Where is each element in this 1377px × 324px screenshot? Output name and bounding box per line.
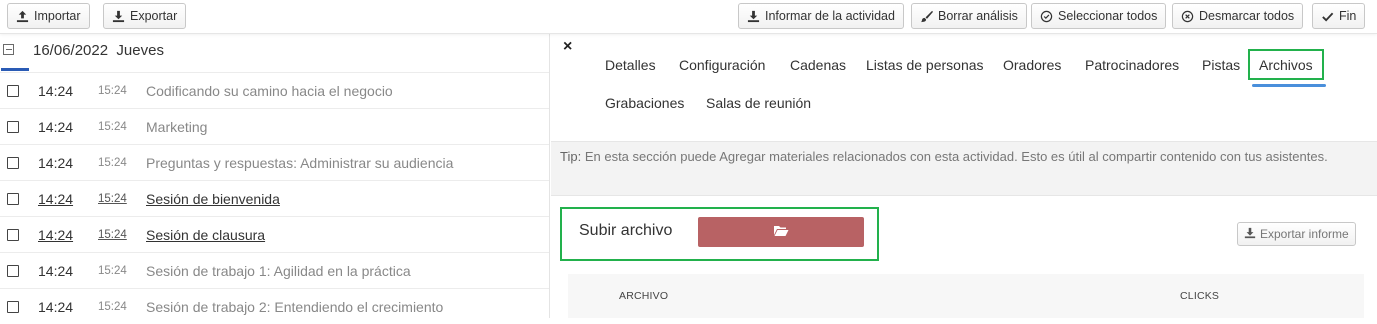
event-start-time: 14:24 — [38, 299, 74, 315]
tab-archivos[interactable]: Archivos — [1248, 49, 1324, 80]
day-weekday: Jueves — [116, 42, 164, 59]
event-title[interactable]: Sesión de clausura — [146, 227, 265, 243]
event-checkbox[interactable] — [7, 229, 19, 241]
event-title: Preguntas y respuestas: Administrar su a… — [146, 155, 454, 171]
column-clicks: CLICKS — [1180, 290, 1220, 302]
check-circle-icon — [1040, 10, 1053, 23]
deselect-all-label: Desmarcar todos — [1199, 9, 1295, 23]
brush-icon — [920, 10, 933, 23]
close-icon[interactable]: × — [563, 38, 572, 56]
import-button[interactable]: Importar — [7, 3, 90, 29]
day-date: 16/06/2022 — [33, 42, 109, 59]
tab-cadenas[interactable]: Cadenas — [790, 57, 846, 73]
upload-section: Subir archivo — [560, 207, 879, 261]
upload-label: Subir archivo — [579, 222, 673, 239]
select-all-button[interactable]: Seleccionar todos — [1031, 3, 1167, 29]
event-start-time: 14:24 — [38, 155, 74, 171]
finish-button[interactable]: Fin — [1312, 3, 1366, 29]
event-start-time: 14:24 — [38, 119, 74, 135]
event-checkbox[interactable] — [7, 157, 19, 169]
download-icon — [747, 10, 760, 23]
tab-oradores[interactable]: Oradores — [1003, 57, 1061, 73]
event-title: Sesión de trabajo 1: Agilidad en la prác… — [146, 263, 411, 279]
event-start-time: 14:24 — [38, 83, 74, 99]
tab-pistas[interactable]: Pistas — [1202, 57, 1240, 73]
event-checkbox[interactable] — [7, 121, 19, 133]
day-label: 16/06/2022 Jueves — [33, 42, 164, 59]
day-header: 16/06/2022 Jueves — [0, 34, 549, 71]
files-table-header: ARCHIVO CLICKS — [568, 274, 1364, 318]
event-checkbox[interactable] — [7, 193, 19, 205]
tab-detalles[interactable]: Detalles — [605, 57, 656, 73]
event-row[interactable]: 14:24 15:24 Sesión de bienvenida — [0, 180, 549, 216]
import-label: Importar — [34, 9, 81, 23]
event-end-time: 15:24 — [98, 301, 127, 313]
event-title: Codificando su camino hacia el negocio — [146, 83, 393, 99]
download-icon — [1244, 227, 1256, 242]
column-archivo: ARCHIVO — [619, 290, 669, 302]
x-circle-icon — [1181, 10, 1194, 23]
finish-label: Fin — [1339, 9, 1357, 23]
event-checkbox[interactable] — [7, 301, 19, 313]
tab-grabaciones[interactable]: Grabaciones — [605, 95, 684, 111]
event-end-time: 15:24 — [98, 121, 127, 133]
event-row[interactable]: 14:24 15:24 Codificando su camino hacia el… — [0, 72, 549, 108]
event-end-time: 15:24 — [98, 85, 127, 97]
event-end-time: 15:24 — [98, 157, 127, 169]
event-row[interactable]: 14:24 15:24 Sesión de trabajo 1: Agilidad … — [0, 252, 549, 288]
tab-listas-de-personas[interactable]: Listas de personas — [866, 57, 984, 73]
export-button[interactable]: Exportar — [103, 3, 187, 29]
upload-file-button[interactable] — [698, 217, 864, 247]
event-row[interactable]: 14:24 15:24 Sesión de trabajo 2: Entendien… — [0, 288, 549, 324]
clear-analysis-label: Borrar análisis — [938, 9, 1018, 23]
tip-label: Tip: — [560, 149, 582, 164]
event-row[interactable]: 14:24 15:24 Preguntas y respuestas: Admini… — [0, 144, 549, 180]
folder-open-icon — [773, 224, 789, 240]
event-end-time: 15:24 — [98, 265, 127, 277]
event-start-time: 14:24 — [38, 263, 74, 279]
tab-patrocinadores[interactable]: Patrocinadores — [1085, 57, 1179, 73]
report-activity-button[interactable]: Informar de la actividad — [738, 3, 904, 29]
event-start-time[interactable]: 14:24 — [38, 191, 73, 207]
activity-detail-panel: × Detalles Configuración Cadenas Listas … — [549, 34, 1377, 318]
clear-analysis-button[interactable]: Borrar análisis — [911, 3, 1027, 29]
activity-list: 16/06/2022 Jueves 14:24 15:24 Codificando … — [0, 34, 549, 318]
active-tab-underline — [1252, 84, 1326, 87]
event-end-time[interactable]: 15:24 — [98, 193, 127, 205]
tip-box: Tip: En esta sección puede Agregar mater… — [551, 141, 1377, 196]
upload-icon — [16, 10, 29, 23]
tab-configuracion[interactable]: Configuración — [679, 57, 765, 73]
tip-text: En esta sección puede Agregar materiales… — [584, 149, 1328, 164]
event-row[interactable]: 14:24 15:24 Sesión de clausura — [0, 216, 549, 252]
check-icon — [1321, 10, 1334, 23]
event-row[interactable]: 14:24 15:24 Marketing — [0, 108, 549, 144]
top-toolbar: Importar Exportar Informar de la activid… — [0, 0, 1377, 34]
event-checkbox[interactable] — [7, 85, 19, 97]
day-underline — [1, 68, 29, 71]
tab-salas-de-reunion[interactable]: Salas de reunión — [706, 95, 811, 111]
export-label: Exportar — [130, 9, 178, 23]
event-end-time[interactable]: 15:24 — [98, 229, 127, 241]
export-report-label: Exportar informe — [1260, 227, 1349, 241]
download-icon — [112, 10, 125, 23]
export-report-button[interactable]: Exportar informe — [1237, 222, 1356, 246]
event-checkbox[interactable] — [7, 265, 19, 277]
collapse-icon[interactable] — [3, 44, 14, 55]
report-activity-label: Informar de la actividad — [765, 9, 895, 23]
select-all-label: Seleccionar todos — [1058, 9, 1158, 23]
event-title: Sesión de trabajo 2: Entendiendo el crec… — [146, 299, 444, 315]
event-start-time[interactable]: 14:24 — [38, 227, 73, 243]
event-title: Marketing — [146, 119, 208, 135]
deselect-all-button[interactable]: Desmarcar todos — [1172, 3, 1304, 29]
event-title[interactable]: Sesión de bienvenida — [146, 191, 280, 207]
